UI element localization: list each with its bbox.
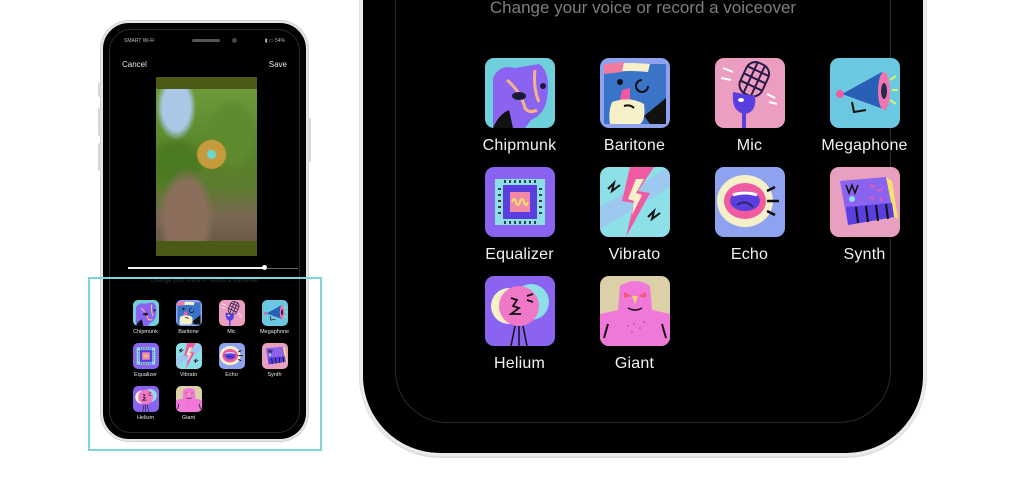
video-scrubber[interactable]	[128, 265, 298, 270]
voice-effect-label: Chipmunk	[482, 137, 557, 154]
voice-effect-label: Vibrato	[608, 246, 661, 263]
cancel-button[interactable]: Cancel	[122, 60, 147, 69]
megaphone-icon	[829, 58, 900, 128]
carrier-label: SMART Wi-Fi	[124, 38, 155, 44]
voice-effect-mic[interactable]: Mic	[692, 58, 807, 155]
voice-effect-label: Synth	[843, 246, 886, 263]
voice-effect-synth[interactable]: Synth	[807, 167, 922, 264]
power-button	[308, 118, 311, 162]
vibrato-icon	[599, 167, 670, 237]
voice-effects-grid: Chipmunk Baritone Mic Megaphone Equalizer Vib…	[462, 58, 922, 373]
editor-nav-bar: Cancel Save	[122, 60, 287, 74]
mute-switch	[98, 83, 101, 97]
voice-effect-label: Echo	[730, 246, 769, 263]
voice-effect-baritone[interactable]: Baritone	[577, 58, 692, 155]
chipmunk-icon	[484, 58, 555, 128]
helium-icon	[484, 276, 555, 346]
voice-effect-label: Baritone	[603, 137, 666, 154]
save-button[interactable]: Save	[269, 60, 287, 69]
large-phone-screen: Change your voice or record a voiceover …	[395, 0, 907, 423]
giant-icon	[599, 276, 670, 346]
baritone-icon	[599, 58, 670, 128]
scrubber-progress	[128, 267, 264, 269]
voice-effect-label: Equalizer	[485, 246, 554, 263]
voice-effect-label: Giant	[614, 355, 655, 372]
volume-down-button	[98, 143, 101, 171]
echo-icon	[714, 167, 785, 237]
voice-effect-helium[interactable]: Helium	[462, 276, 577, 373]
large-phone-mockup-zoomed: Change your voice or record a voiceover …	[360, 0, 926, 456]
battery-label: ▮ ▭ 54%	[265, 38, 285, 44]
voice-effect-label: Mic	[736, 137, 763, 154]
scrubber-handle[interactable]	[262, 265, 267, 270]
voice-effect-chipmunk[interactable]: Chipmunk	[462, 58, 577, 155]
voice-effects-subtitle-large: Change your voice or record a voiceover	[489, 0, 797, 17]
mic-icon	[714, 58, 785, 128]
synth-icon	[829, 167, 900, 237]
volume-up-button	[98, 108, 101, 136]
equalizer-icon	[484, 167, 555, 237]
battery-percent: 54%	[274, 38, 285, 44]
video-preview[interactable]	[156, 77, 257, 256]
voice-effect-label: Helium	[494, 355, 545, 372]
voice-effect-megaphone[interactable]: Megaphone	[807, 58, 922, 155]
voice-effect-label: Megaphone	[821, 137, 908, 154]
voice-effect-equalizer[interactable]: Equalizer	[462, 167, 577, 264]
speaker-grille	[192, 39, 220, 42]
voice-effect-vibrato[interactable]: Vibrato	[577, 167, 692, 264]
front-camera	[232, 38, 237, 43]
voice-effect-echo[interactable]: Echo	[692, 167, 807, 264]
voice-effect-giant[interactable]: Giant	[577, 276, 692, 373]
video-frame-image	[156, 89, 257, 241]
highlight-callout-box	[88, 277, 322, 451]
